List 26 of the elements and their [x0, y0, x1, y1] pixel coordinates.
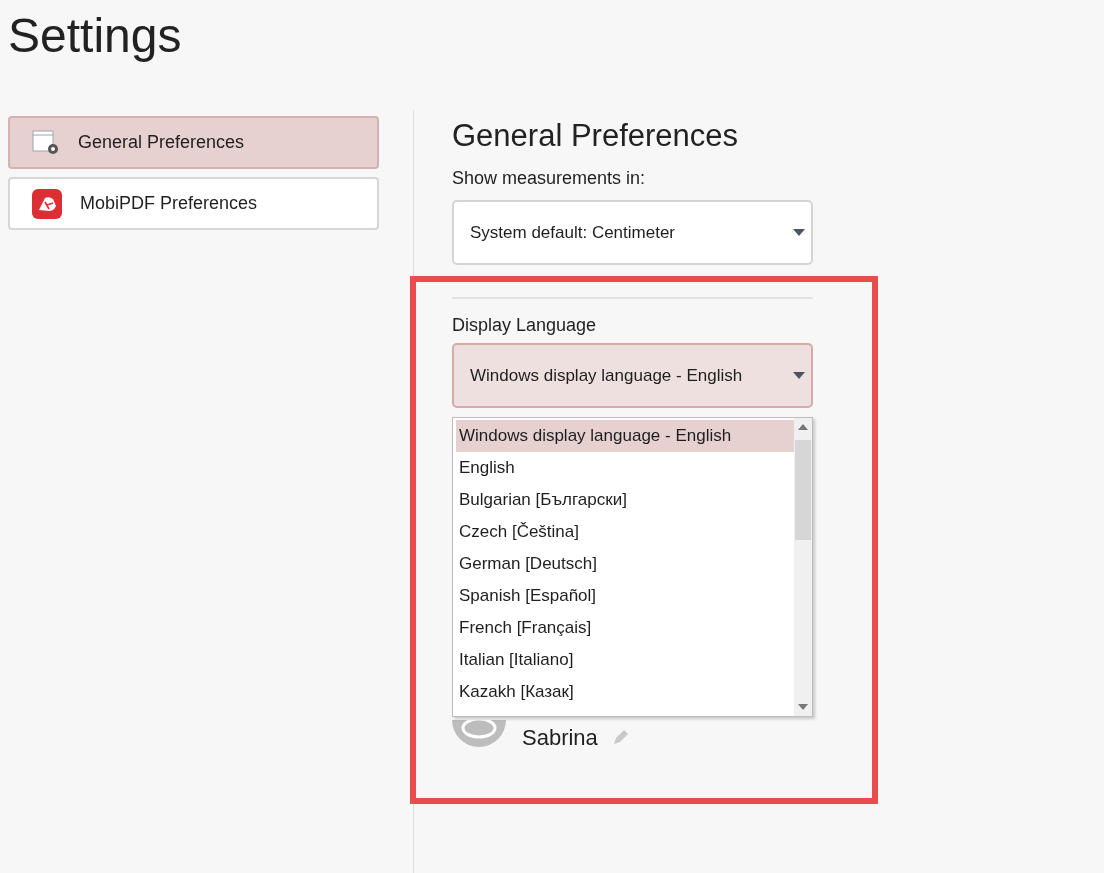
app-logo-icon [32, 188, 62, 219]
dropdown-option[interactable]: Italian [Italiano] [456, 644, 794, 676]
dropdown-option[interactable]: French [Français] [456, 612, 794, 644]
caret-icon [793, 372, 805, 379]
dropdown-option[interactable]: German [Deutsch] [456, 548, 794, 580]
scroll-down-icon[interactable] [798, 704, 808, 710]
measurement-select[interactable]: System default: Centimeter [452, 200, 813, 265]
user-name: Sabrina [522, 723, 598, 752]
dropdown-option[interactable]: Czech [Čeština] [456, 516, 794, 548]
pencil-icon [613, 730, 628, 744]
dropdown-option[interactable]: English [456, 452, 794, 484]
window-gear-icon [32, 129, 60, 156]
scrollbar-thumb[interactable] [795, 440, 811, 540]
sidebar-item[interactable]: General Preferences [8, 116, 379, 169]
page-title: Settings [8, 8, 183, 64]
dropdown-option[interactable]: Kazakh [Казак] [456, 676, 794, 708]
caret-icon [793, 229, 805, 236]
sidebar-item[interactable]: MobiPDF Preferences [8, 177, 379, 230]
field-label: Show measurements in: [452, 167, 647, 190]
language-select[interactable]: Windows display language - English [452, 343, 813, 408]
dropdown-option[interactable]: Bulgarian [Български] [456, 484, 794, 516]
dropdown-option[interactable]: Spanish [Español] [456, 580, 794, 612]
field-label: Display Language [452, 314, 598, 337]
section-heading: General Preferences [452, 117, 740, 155]
dropdown-option[interactable]: Windows display language - English [456, 420, 794, 452]
scroll-up-icon[interactable] [798, 424, 808, 430]
